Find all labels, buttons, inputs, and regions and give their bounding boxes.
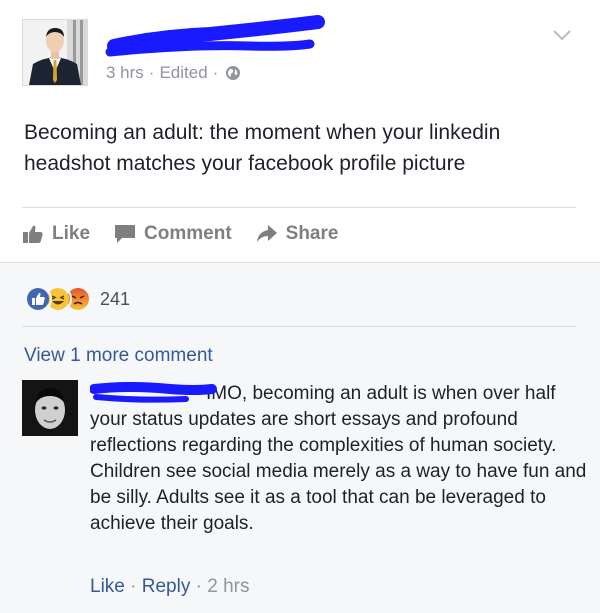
thumbs-up-icon xyxy=(23,225,43,243)
feedback-section: 241 View 1 more comment IMO, becoming an… xyxy=(0,262,600,613)
comment-actions: Like · Reply · 2 hrs xyxy=(90,576,249,598)
post-meta: 3 hrs · Edited · xyxy=(106,63,241,83)
edited-label[interactable]: Edited xyxy=(159,63,207,83)
post-card: 3 hrs · Edited · Becoming an adult: the … xyxy=(0,0,600,262)
comment-time[interactable]: 2 hrs xyxy=(207,576,249,597)
reactions-divider xyxy=(22,326,576,327)
view-more-comments-link[interactable]: View 1 more comment xyxy=(24,345,213,367)
comment-like-link[interactable]: Like xyxy=(90,576,125,597)
reaction-summary[interactable]: 241 xyxy=(24,285,130,313)
reaction-count[interactable]: 241 xyxy=(100,289,130,310)
comment-actions-separator: · xyxy=(130,576,137,597)
comment-paragraph: Children see social media merely as a wa… xyxy=(90,461,587,534)
author-avatar[interactable] xyxy=(22,19,88,86)
comment-reply-link[interactable]: Reply xyxy=(142,576,191,597)
comment-label: Comment xyxy=(144,223,232,244)
commenter-name-redacted xyxy=(90,382,217,403)
share-arrow-icon xyxy=(256,225,277,242)
globe-icon[interactable] xyxy=(225,65,241,81)
share-button[interactable]: Share xyxy=(256,223,339,245)
meta-separator: · xyxy=(148,63,155,82)
author-name-redacted xyxy=(105,15,325,57)
post-text: Becoming an adult: the moment when your … xyxy=(24,121,501,175)
chevron-down-icon[interactable] xyxy=(552,28,572,42)
share-label: Share xyxy=(285,223,339,244)
post-divider xyxy=(22,207,576,208)
commenter-avatar[interactable] xyxy=(22,380,78,436)
like-button[interactable]: Like xyxy=(22,223,90,245)
comment-actions-separator: · xyxy=(195,576,202,597)
meta-separator: · xyxy=(212,63,219,82)
post-time[interactable]: 3 hrs xyxy=(106,63,144,83)
comment-icon xyxy=(115,225,136,243)
like-label: Like xyxy=(52,223,91,244)
comment-button[interactable]: Comment xyxy=(114,223,232,245)
post-actions: Like Comment Share xyxy=(22,219,362,249)
like-reaction-icon xyxy=(24,285,52,313)
